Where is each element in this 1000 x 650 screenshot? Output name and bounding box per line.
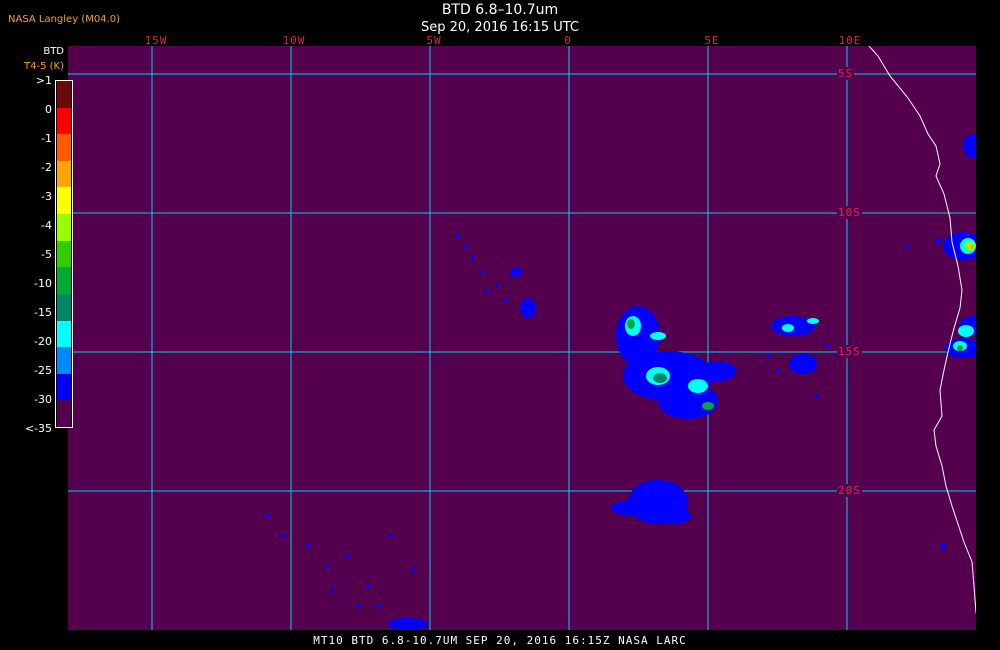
cloud-cluster-southwest (266, 514, 428, 630)
legend-swatch (57, 160, 71, 188)
legend-labels: >1 0 -1 -2 -3 -4 -5 -10 -15 -20 -25 -30 <-35 (0, 74, 56, 435)
legend-label: -2 (41, 161, 52, 174)
map-canvas (68, 46, 985, 630)
legend-swatch (57, 214, 71, 242)
legend-label: -1 (41, 132, 52, 145)
legend-swatch (57, 134, 71, 162)
cloud-cluster-coast (906, 134, 985, 549)
legend-swatch (57, 400, 71, 428)
lon-label-15w: 15W (144, 34, 168, 47)
legend-label: -4 (41, 219, 52, 232)
lat-label-15s: 15S (837, 345, 862, 358)
legend-label: >1 (35, 74, 52, 87)
map-panel (68, 46, 985, 630)
legend-swatch (57, 187, 71, 215)
cloud-cluster-east (766, 316, 830, 398)
legend-label: -15 (34, 306, 52, 319)
right-edge-land (976, 46, 985, 630)
lon-label-0: 0 (564, 34, 572, 47)
legend-label: -20 (34, 335, 52, 348)
legend-label: -25 (34, 364, 52, 377)
cloud-features (266, 134, 985, 630)
legend-label: <-35 (24, 422, 52, 435)
legend-swatch (57, 107, 71, 135)
legend-label: -30 (34, 393, 52, 406)
cloud-cluster-central (616, 306, 736, 419)
legend-label: -3 (41, 190, 52, 203)
legend-label: -5 (41, 248, 52, 261)
legend-swatch (57, 293, 71, 321)
lon-label-5w: 5W (426, 34, 442, 47)
legend-title: BTD (43, 46, 64, 57)
cloud-cluster-south (611, 480, 691, 524)
legend-swatch (57, 373, 71, 401)
lat-label-20s: 20S (837, 484, 862, 497)
legend-swatch (57, 240, 71, 268)
legend-subtitle: T4-5 (K) (24, 61, 64, 72)
lon-label-5e: 5E (704, 34, 720, 47)
lat-label-5s: 5S (837, 67, 855, 80)
legend-label: -10 (34, 277, 52, 290)
coastline (868, 46, 981, 630)
lon-label-10w: 10W (282, 34, 306, 47)
lat-label-10s: 10S (837, 206, 862, 219)
lon-label-10e: 10E (838, 34, 862, 47)
image-title: BTD 6.8–10.7um (441, 2, 559, 18)
legend-label: 0 (45, 103, 52, 116)
legend-swatch (57, 81, 71, 108)
cloud-cluster-northwest (456, 234, 536, 318)
image-date: Sep 20, 2016 16:15 UTC (420, 20, 580, 35)
legend-swatch (57, 347, 71, 375)
graticule (68, 46, 985, 630)
legend-swatch (57, 267, 71, 295)
footer-caption: MT10 BTD 6.8-10.7UM SEP 20, 2016 16:15Z … (313, 634, 687, 647)
legend-swatch (57, 320, 71, 348)
legend-colorbar (55, 80, 73, 428)
